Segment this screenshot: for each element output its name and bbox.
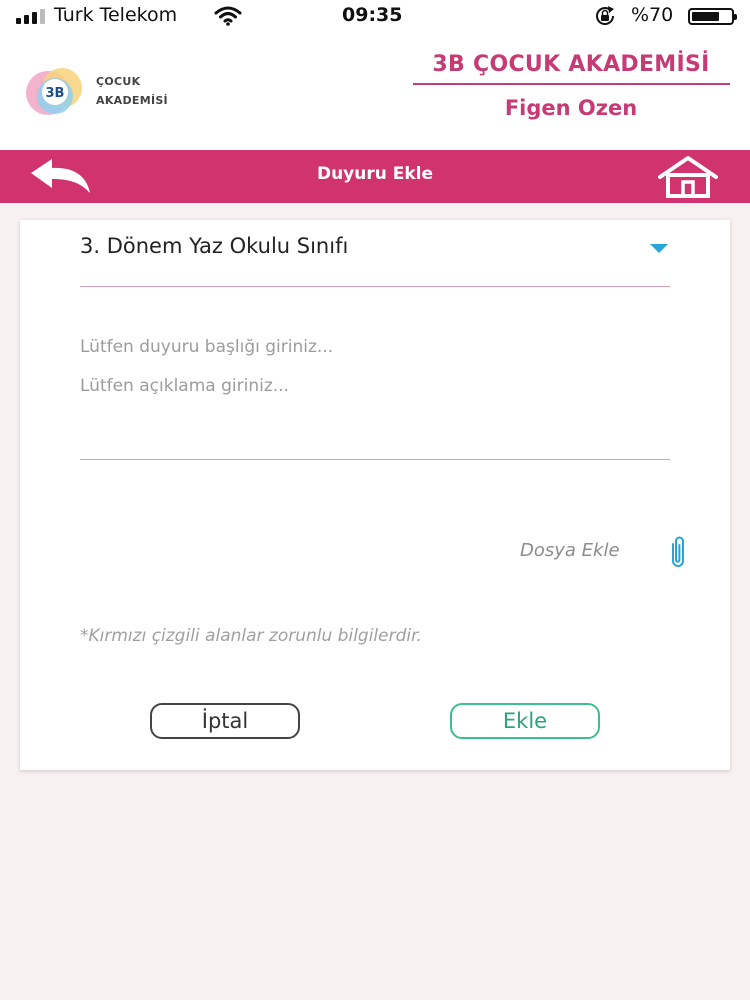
cancel-button[interactable]: İptal — [150, 703, 300, 739]
battery-percentage: %70 — [631, 4, 674, 26]
logo-text: ÇOCUK AKADEMİSİ — [96, 72, 168, 110]
battery-icon — [688, 8, 737, 25]
brand-divider — [413, 83, 730, 85]
orientation-lock-icon — [596, 6, 615, 25]
wifi-icon — [214, 6, 242, 26]
battery-level — [692, 12, 719, 21]
clock: 09:35 — [342, 4, 403, 26]
page-title: Duyuru Ekle — [316, 164, 434, 184]
home-icon[interactable] — [656, 155, 720, 199]
paperclip-icon — [672, 536, 684, 567]
announcement-form: 3. Dönem Yaz Okulu Sınıfı Dosya Ekle *Kı… — [20, 220, 730, 770]
attach-file-label: Dosya Ekle — [520, 540, 620, 561]
brand-title: 3B ÇOCUK AKADEMİSİ — [432, 52, 710, 77]
caret-down-icon — [650, 244, 668, 253]
class-select-underline — [80, 286, 670, 287]
app-header: 3B ÇOCUK AKADEMİSİ 3B ÇOCUK AKADEMİSİ Fi… — [0, 32, 750, 150]
logo-icon: 3B — [26, 68, 82, 115]
class-select-value: 3. Dönem Yaz Okulu Sınıfı — [80, 234, 349, 258]
logo-text-line2: AKADEMİSİ — [96, 94, 168, 107]
class-select[interactable]: 3. Dönem Yaz Okulu Sınıfı — [80, 220, 670, 287]
nav-bar: Duyuru Ekle — [0, 150, 750, 203]
required-fields-note: *Kırmızı çizgili alanlar zorunlu bilgile… — [80, 626, 422, 646]
attach-file-button[interactable]: Dosya Ekle — [510, 532, 695, 572]
status-bar: Turk Telekom 09:35 %70 — [0, 0, 750, 32]
carrier-name: Turk Telekom — [54, 4, 178, 26]
announcement-title-input[interactable] — [80, 330, 670, 364]
announcement-description-input[interactable] — [80, 370, 670, 460]
user-name: Figen Ozen — [504, 96, 638, 120]
add-button[interactable]: Ekle — [450, 703, 600, 739]
logo-text-line1: ÇOCUK — [96, 75, 141, 88]
signal-strength-icon — [16, 9, 45, 24]
logo-mark: 3B — [46, 86, 65, 101]
